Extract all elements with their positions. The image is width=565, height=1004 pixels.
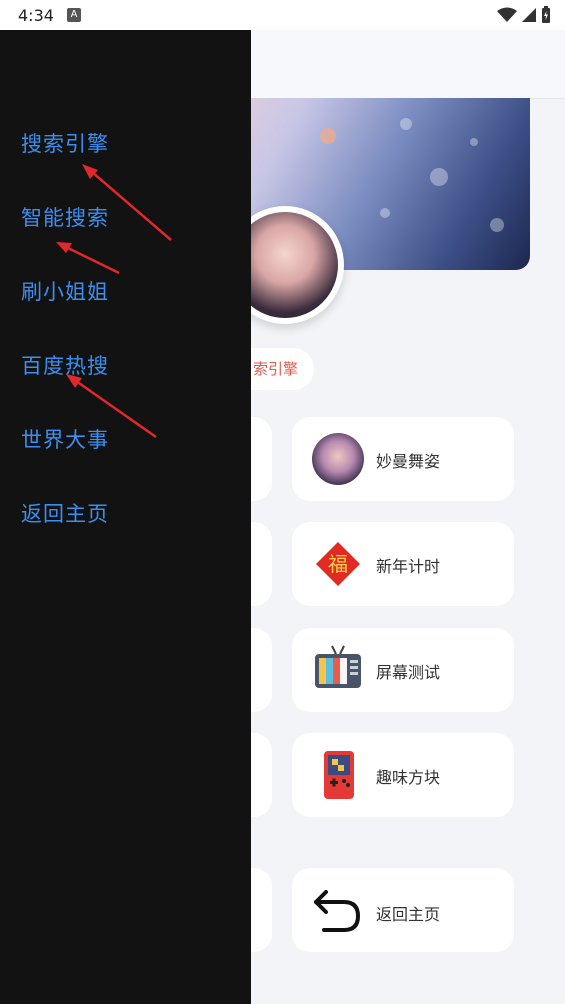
annotation-arrows — [56, 164, 172, 439]
annotation-arrow-2 — [56, 242, 120, 275]
annotation-arrow-1 — [82, 164, 172, 241]
annotation-arrow-3 — [66, 374, 157, 439]
